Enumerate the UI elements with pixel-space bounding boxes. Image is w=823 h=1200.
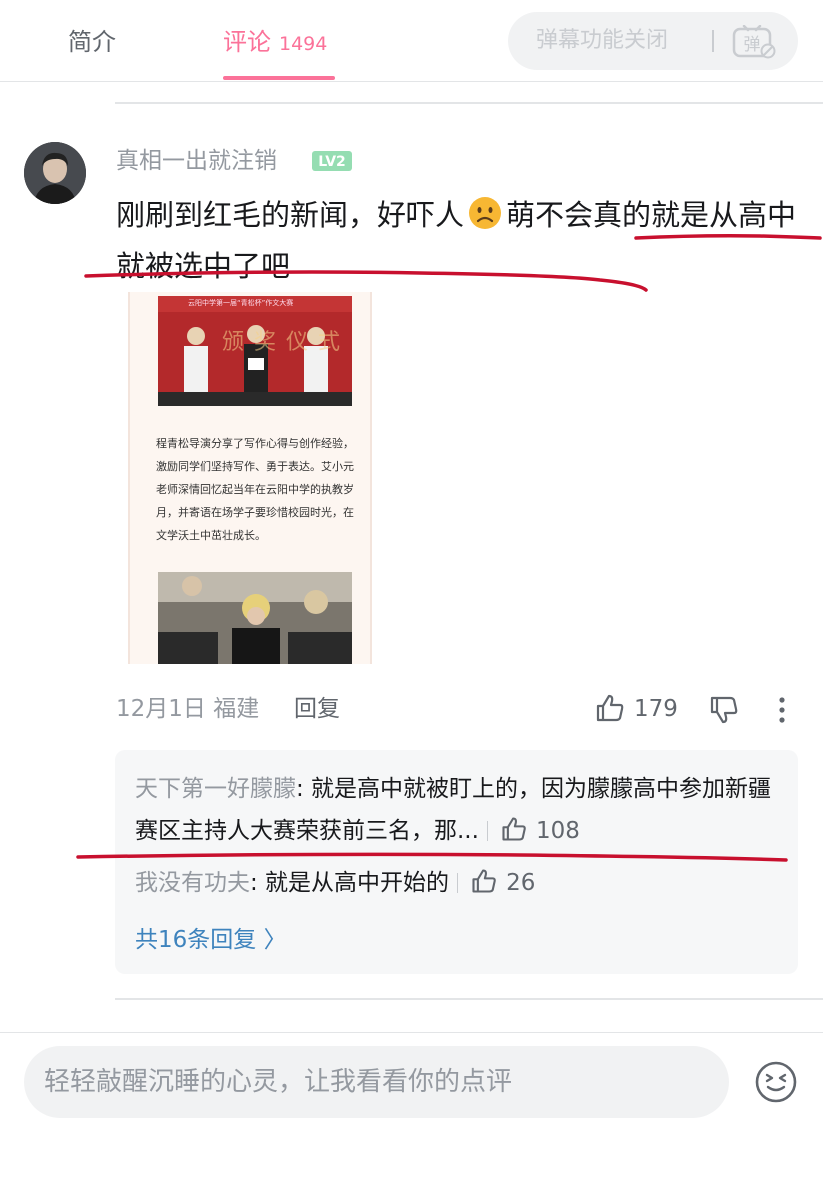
reply-like-count: 26 [506, 870, 536, 896]
emoji-picker-icon[interactable] [754, 1060, 798, 1104]
image-banner-text: 颁奖仪式 [222, 330, 351, 355]
input-divider [0, 1032, 823, 1033]
image-ceremony-photo: 云阳中学第一届“青松杯”作文大赛 颁奖仪式 [158, 296, 352, 406]
image-meeting-photo [158, 572, 352, 664]
reply-like-button[interactable]: 108 [486, 810, 580, 852]
tab-intro[interactable]: 简介 [68, 24, 116, 60]
comment-divider [115, 998, 823, 1000]
reply-username[interactable]: 我没有功夫 [135, 870, 250, 896]
level-text: LV2 [318, 154, 346, 170]
reply-username[interactable]: 天下第一好朦朦 [135, 776, 296, 802]
danmaku-icon-char: 弹 [744, 35, 761, 55]
view-all-replies-link[interactable]: 共16条回复 〉 [135, 922, 287, 958]
image-banner-caption: 云阳中学第一届“青松杯”作文大赛 [188, 299, 294, 307]
danmaku-separator [712, 30, 714, 52]
tab-bar: 简介 评论 1494 弹幕功能关闭 弹 [0, 0, 823, 82]
danmaku-off-icon: 弹 [732, 25, 776, 59]
top-divider [115, 102, 823, 104]
reply-text: : 就是从高中开始的 [250, 870, 450, 896]
comment-image[interactable]: 云阳中学第一届“青松杯”作文大赛 颁奖仪式 程青松导演分享了写作心得与创作经验，… [128, 292, 372, 664]
comment-date-location: 12月1日 福建 [116, 696, 260, 722]
red-underline-annotations [76, 234, 822, 862]
danmaku-toggle-button[interactable]: 弹幕功能关闭 弹 [508, 12, 798, 70]
tab-comments[interactable]: 评论 1494 [223, 24, 327, 60]
avatar-image [24, 142, 86, 204]
reply-like-button[interactable]: 26 [457, 862, 535, 904]
comment-body: 刚刷到红毛的新闻，好吓人 萌不会真的就是从高中就被选中了吧 [116, 190, 816, 292]
avatar[interactable] [24, 142, 86, 204]
active-tab-indicator [223, 76, 335, 80]
reply-like-count: 108 [535, 818, 580, 844]
comment-input[interactable]: 轻轻敲醒沉睡的心灵，让我看看你的点评 [24, 1046, 729, 1118]
comments-count: 1494 [279, 33, 328, 55]
like-button[interactable]: 179 [594, 692, 694, 726]
more-options-icon[interactable] [770, 694, 794, 726]
comment-username[interactable]: 真相一出就注销 [116, 146, 277, 176]
like-count: 179 [634, 696, 678, 722]
image-article-text: 程青松导演分享了写作心得与创作经验，激励同学们坚持写作、勇于表达。艾小元老师深情… [156, 437, 354, 542]
danmaku-label: 弹幕功能关闭 [536, 28, 669, 53]
thumbs-down-icon[interactable] [708, 694, 740, 726]
thumbs-up-icon [596, 694, 624, 722]
thumbs-up-icon [502, 817, 526, 841]
reply-button[interactable]: 回复 [294, 694, 340, 724]
reply-item[interactable]: 我没有功夫: 就是从高中开始的 26 [135, 862, 775, 904]
worried-face-icon [469, 197, 502, 229]
comment-text-part1: 刚刷到红毛的新闻，好吓人 [116, 198, 465, 232]
replies-preview: 天下第一好朦朦: 就是高中就被盯上的，因为朦朦高中参加新疆赛区主持人大赛荣获前三… [115, 750, 798, 974]
level-badge: LV2 [312, 151, 352, 171]
reply-item[interactable]: 天下第一好朦朦: 就是高中就被盯上的，因为朦朦高中参加新疆赛区主持人大赛荣获前三… [135, 768, 775, 852]
tab-comments-label: 评论 [223, 28, 271, 56]
thumbs-up-icon [472, 869, 496, 893]
